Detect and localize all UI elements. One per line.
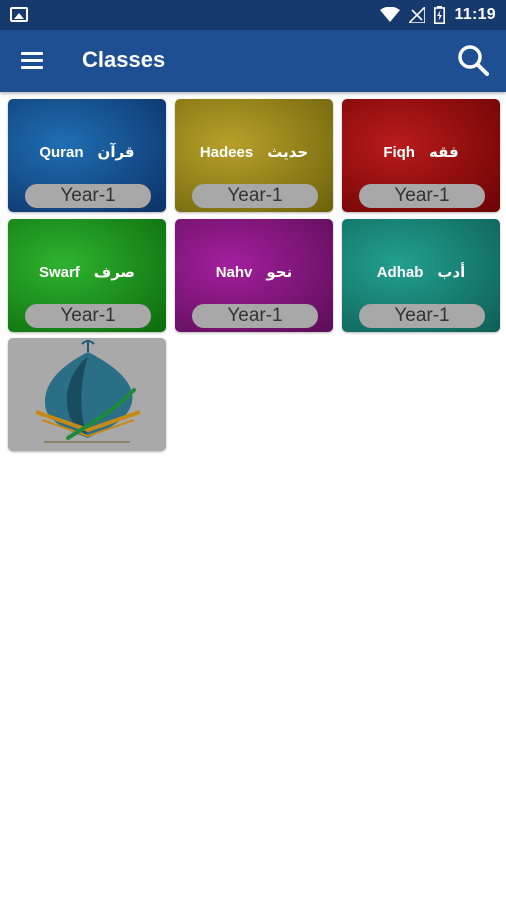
class-name-arabic: فقه [428, 143, 459, 161]
add-class-logo-tile[interactable] [8, 338, 166, 451]
class-name: Quran [39, 143, 84, 161]
class-name: Hadees [199, 143, 254, 161]
battery-icon [434, 6, 446, 24]
search-icon[interactable] [456, 43, 492, 79]
year-badge: Year-1 [192, 304, 318, 328]
image-icon [10, 7, 28, 22]
hamburger-menu-icon[interactable] [18, 48, 46, 74]
class-name: Fiqh [383, 143, 415, 161]
class-tile-swarf[interactable]: Swarf صرف Year-1 [8, 219, 166, 332]
year-badge: Year-1 [25, 184, 151, 208]
class-tile-fiqh[interactable]: Fiqh فقه Year-1 [342, 99, 500, 212]
class-name-arabic: صرف [93, 263, 136, 281]
app-bar: Classes [0, 30, 506, 92]
class-tile-quran[interactable]: Quran قرآن Year-1 [8, 99, 166, 212]
class-tile-nahv[interactable]: Nahv نحو Year-1 [175, 219, 333, 332]
year-badge: Year-1 [192, 184, 318, 208]
class-name: Swarf [38, 263, 80, 281]
signal-icon [409, 7, 426, 23]
academy-logo-icon [35, 340, 141, 443]
year-badge: Year-1 [359, 184, 485, 208]
wifi-icon [380, 7, 401, 22]
class-name: Adhab [376, 263, 424, 281]
year-badge: Year-1 [359, 304, 485, 328]
year-badge: Year-1 [25, 304, 151, 328]
class-tile-hadees[interactable]: Hadees حديث Year-1 [175, 99, 333, 212]
status-time: 11:19 [454, 6, 496, 23]
class-name-arabic: نحو [266, 263, 293, 281]
class-name-arabic: قرآن [97, 143, 135, 161]
class-name-arabic: حديث [267, 143, 309, 161]
class-tile-adhab[interactable]: Adhab أدب Year-1 [342, 219, 500, 332]
class-name: Nahv [215, 263, 253, 281]
page-title: Classes [82, 47, 166, 72]
status-bar: 11:19 [0, 0, 506, 30]
class-name-arabic: أدب [437, 263, 466, 281]
